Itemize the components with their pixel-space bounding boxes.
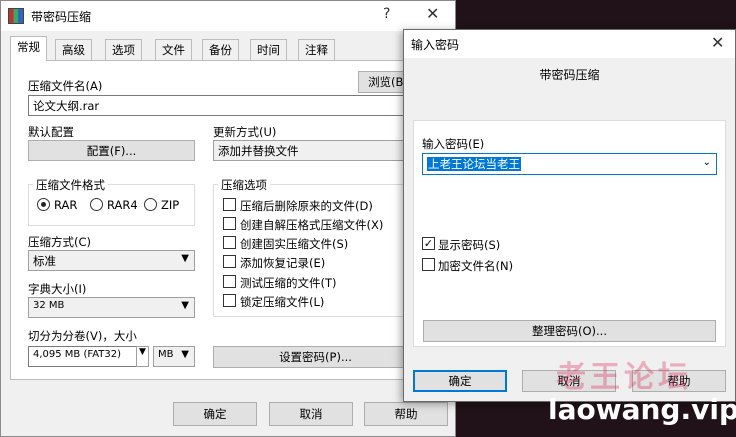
main-cancel-button[interactable]: 取消 <box>269 402 353 426</box>
option-delete-label: 压缩后删除原来的文件(D) <box>240 199 373 213</box>
option-recovery-check[interactable] <box>223 255 236 268</box>
dict-select[interactable]: 32 MB ▼ <box>28 297 195 318</box>
split-size-dropdown[interactable]: ▼ <box>136 346 149 367</box>
radio-rar4[interactable] <box>90 198 103 211</box>
password-label: 输入密码(E) <box>422 137 485 151</box>
option-delete-check[interactable] <box>223 198 236 211</box>
main-title-bar: 带密码压缩 ? ✕ <box>1 1 455 31</box>
dialog-ok-button[interactable]: 确定 <box>413 370 507 392</box>
radio-zip-label: ZIP <box>161 198 180 212</box>
password-input[interactable]: 上老王论坛当老王 ⌄ <box>422 153 717 175</box>
tab-time[interactable]: 时间 <box>250 39 287 60</box>
radio-rar-label: RAR <box>54 198 78 212</box>
set-password-button[interactable]: 设置密码(P)... <box>213 346 418 368</box>
radio-rar4-label: RAR4 <box>107 198 138 212</box>
tab-options[interactable]: 选项 <box>105 39 142 60</box>
archive-name-input[interactable]: 论文大纲.rar <box>28 95 418 116</box>
show-password-check[interactable]: ✓ <box>422 237 435 250</box>
main-window-title: 带密码压缩 <box>31 10 92 24</box>
update-mode-label: 更新方式(U) <box>213 125 277 139</box>
chevron-down-icon: ▼ <box>181 253 189 264</box>
dialog-close-icon[interactable]: ✕ <box>711 33 724 52</box>
option-test-label: 测试压缩的文件(T) <box>240 276 337 290</box>
option-sfx-check[interactable] <box>223 217 236 230</box>
password-dialog-title: 输入密码 <box>411 38 460 52</box>
split-unit-value: MB <box>158 349 174 360</box>
options-group-title: 压缩选项 <box>218 177 270 193</box>
main-help-button[interactable]: 帮助 <box>364 402 448 426</box>
password-value: 上老王论坛当老王 <box>427 157 521 171</box>
radio-rar[interactable] <box>37 198 50 211</box>
update-mode-value: 添加并替换文件 <box>218 144 299 158</box>
winrar-app-icon <box>8 8 24 24</box>
dict-label: 字典大小(I) <box>28 282 87 296</box>
main-close-icon[interactable]: ✕ <box>426 4 439 23</box>
config-button[interactable]: 配置(F)... <box>28 140 195 161</box>
organize-passwords-button[interactable]: 整理密码(O)... <box>423 320 716 342</box>
option-sfx-label: 创建自解压格式压缩文件(X) <box>240 218 384 232</box>
split-size-input[interactable]: 4,095 MB (FAT32) <box>28 346 149 367</box>
option-solid-check[interactable] <box>223 236 236 249</box>
option-lock-label: 锁定压缩文件(L) <box>240 295 325 309</box>
tab-general[interactable]: 常规 <box>10 36 47 61</box>
watermark-cn: 老王论坛 <box>556 360 692 395</box>
show-password-label: 显示密码(S) <box>438 238 501 252</box>
method-label: 压缩方式(C) <box>28 235 92 249</box>
split-label: 切分为分卷(V)，大小 <box>28 329 137 343</box>
update-mode-select[interactable]: 添加并替换文件 <box>213 140 418 161</box>
archive-name-label: 压缩文件名(A) <box>28 79 103 93</box>
default-config-label: 默认配置 <box>28 125 74 139</box>
option-lock-check[interactable] <box>223 294 236 307</box>
option-test-check[interactable] <box>223 275 236 288</box>
method-value: 标准 <box>33 254 56 268</box>
method-select[interactable]: 标准 ▼ <box>28 250 195 271</box>
password-dialog-title-bar: 输入密码 ✕ <box>404 30 735 58</box>
split-unit-select[interactable]: MB ▼ <box>153 346 195 367</box>
encrypt-names-check[interactable] <box>422 258 435 271</box>
tab-backup[interactable]: 备份 <box>202 39 239 60</box>
chevron-down-icon: ▼ <box>139 347 146 357</box>
chevron-down-icon: ▼ <box>181 349 189 360</box>
option-recovery-label: 添加恢复记录(E) <box>240 256 326 270</box>
radio-zip[interactable] <box>144 198 157 211</box>
format-group-title: 压缩文件格式 <box>33 177 108 193</box>
title-help-button[interactable]: ? <box>383 6 390 22</box>
tab-advanced[interactable]: 高级 <box>55 39 92 60</box>
watermark-en: laowang.vip <box>548 393 736 426</box>
tab-files[interactable]: 文件 <box>155 39 192 60</box>
tab-comment[interactable]: 注释 <box>298 39 335 60</box>
password-dialog-subtitle: 带密码压缩 <box>539 68 600 82</box>
dict-value: 32 MB <box>33 300 65 311</box>
main-ok-button[interactable]: 确定 <box>173 402 257 426</box>
option-solid-label: 创建固实压缩文件(S) <box>240 237 349 251</box>
split-size-value: 4,095 MB (FAT32) <box>33 349 122 360</box>
encrypt-names-label: 加密文件名(N) <box>438 259 514 273</box>
chevron-down-icon: ⌄ <box>702 157 711 168</box>
chevron-down-icon: ▼ <box>181 300 189 311</box>
password-dialog: 输入密码 ✕ 带密码压缩 输入密码(E) 上老王论坛当老王 ⌄ ✓ 显示密码(S… <box>403 29 736 402</box>
main-window: 带密码压缩 ? ✕ 常规 高级 选项 文件 备份 时间 注释 压缩文件名(A) … <box>0 0 456 437</box>
